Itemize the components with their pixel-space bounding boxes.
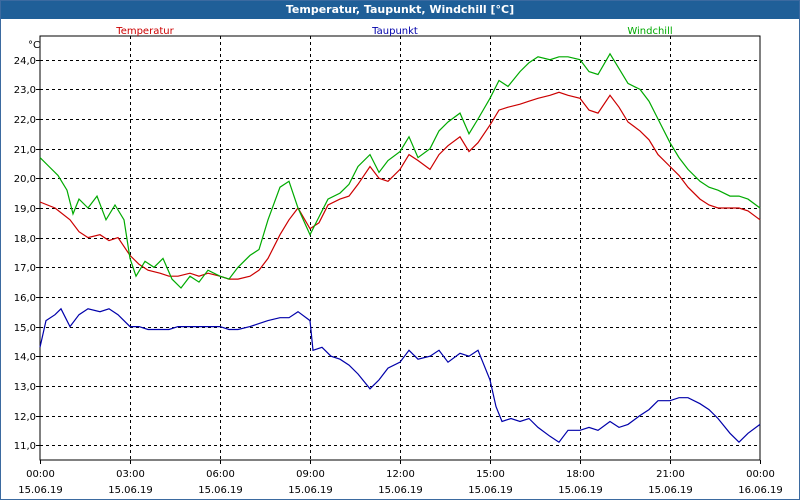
y-tick-label: 21,0 — [14, 145, 36, 156]
y-tick-label: 19,0 — [14, 204, 36, 215]
y-axis-label: °C — [28, 40, 40, 51]
x-tick-time-label: 06:00 — [206, 469, 235, 480]
y-tick-label: 12,0 — [14, 412, 36, 423]
y-tick-label: 18,0 — [14, 234, 36, 245]
x-tick-time-label: 00:00 — [26, 469, 55, 480]
chart-svg: 11,0 12,0 13,0 14,0 15,0 16,0 17,0 18,0 19,0 20,0… — [14, 26, 783, 496]
x-tick-date-label: 15.06.19 — [288, 485, 333, 496]
y-tick-label: 20,0 — [14, 174, 36, 185]
legend: Temperatur Taupunkt Windchill — [115, 26, 672, 37]
x-tick-date-label: 15.06.19 — [378, 485, 423, 496]
x-tick-time-label: 15:00 — [476, 469, 505, 480]
x-axis-ticks: 00:00 15.06.19 03:00 15.06.19 06:00 15.06.19 0… — [18, 460, 783, 496]
y-tick-label: 23,0 — [14, 85, 36, 96]
y-tick-label: 16,0 — [14, 293, 36, 304]
legend-entry-temperatur: Temperatur — [115, 26, 174, 37]
y-axis-ticks: 11,0 12,0 13,0 14,0 15,0 16,0 17,0 18,0 19,0 20,0… — [14, 56, 40, 452]
y-tick-label: 14,0 — [14, 352, 36, 363]
legend-entry-taupunkt: Taupunkt — [371, 26, 418, 37]
x-tick-date-label: 15.06.19 — [108, 485, 153, 496]
x-tick-time-label: 09:00 — [296, 469, 325, 480]
y-tick-label: 24,0 — [14, 56, 36, 67]
legend-entry-windchill: Windchill — [627, 26, 672, 37]
y-tick-label: 22,0 — [14, 115, 36, 126]
x-tick-date-label: 15.06.19 — [18, 485, 63, 496]
grid-lines — [40, 36, 760, 460]
x-tick-time-label: 21:00 — [656, 469, 685, 480]
x-tick-date-label: 15.06.19 — [468, 485, 513, 496]
y-tick-label: 13,0 — [14, 382, 36, 393]
y-tick-label: 15,0 — [14, 323, 36, 334]
x-tick-time-label: 00:00 — [746, 469, 775, 480]
x-tick-date-label: 15.06.19 — [198, 485, 243, 496]
x-tick-date-label: 16.06.19 — [738, 485, 783, 496]
x-tick-date-label: 15.06.19 — [558, 485, 603, 496]
x-tick-date-label: 15.06.19 — [648, 485, 693, 496]
x-tick-time-label: 03:00 — [116, 469, 145, 480]
y-tick-label: 17,0 — [14, 263, 36, 274]
x-tick-time-label: 18:00 — [566, 469, 595, 480]
y-tick-label: 11,0 — [14, 441, 36, 452]
x-tick-time-label: 12:00 — [386, 469, 415, 480]
